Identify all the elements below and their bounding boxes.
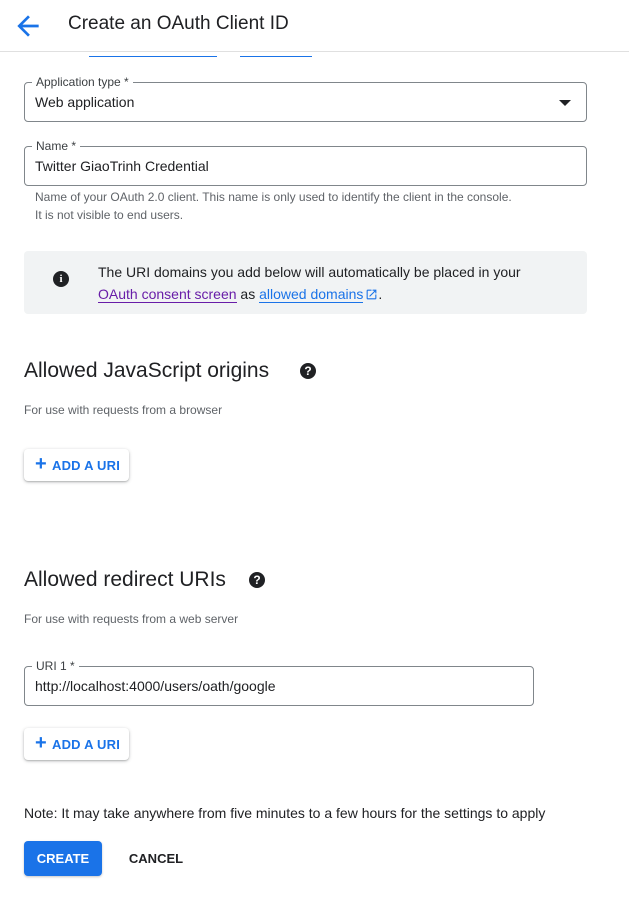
uri-1-label: URI 1 * (32, 658, 79, 674)
external-link-icon (367, 289, 377, 300)
application-type-value: Web application (35, 94, 135, 110)
name-field[interactable]: Name * Twitter GiaoTrinh Credential (24, 138, 587, 186)
help-icon[interactable]: ? (249, 572, 265, 588)
info-text: The URI domains you add below will autom… (98, 261, 568, 305)
name-label: Name * (32, 138, 81, 154)
js-origins-description: For use with requests from a browser (24, 403, 223, 417)
name-hint-line2: It is not visible to end users. (35, 208, 184, 222)
page-title: Create an OAuth Client ID (68, 13, 289, 34)
dropdown-arrow-icon (559, 100, 571, 106)
uri-1-field[interactable]: URI 1 * http://localhost:4000/users/oath… (24, 658, 534, 706)
add-redirect-uri-button[interactable]: + ADD A URI (24, 728, 129, 760)
redirect-uris-description: For use with requests from a web server (24, 612, 239, 626)
create-button[interactable]: CREATE (24, 841, 102, 876)
js-origins-title: Allowed JavaScript origins (24, 359, 270, 382)
add-redirect-uri-label: ADD A URI (52, 737, 120, 752)
plus-icon: + (35, 732, 47, 754)
redirect-uris-title: Allowed redirect URIs (24, 568, 226, 591)
plus-icon: + (35, 453, 47, 475)
info-banner: i The URI domains you add below will aut… (24, 251, 587, 314)
application-type-label: Application type * (32, 74, 133, 90)
oauth-consent-screen-link[interactable]: OAuth consent screen (98, 286, 237, 303)
name-hint-line1: Name of your OAuth 2.0 client. This name… (35, 190, 512, 204)
info-icon: i (53, 271, 69, 287)
cancel-button[interactable]: CANCEL (118, 841, 194, 876)
back-arrow-icon[interactable] (12, 10, 44, 42)
add-js-origin-button[interactable]: + ADD A URI (24, 449, 129, 481)
help-icon[interactable]: ? (300, 363, 316, 379)
add-js-origin-label: ADD A URI (52, 458, 120, 473)
info-text-as: as (236, 286, 260, 302)
application-type-select[interactable]: Application type * Web application (24, 74, 587, 122)
top-app-bar: Create an OAuth Client ID (0, 0, 629, 52)
settings-note: Note: It may take anywhere from five min… (24, 805, 546, 821)
name-hint: Name of your OAuth 2.0 client. This name… (35, 188, 575, 224)
info-text-period: . (378, 286, 383, 302)
allowed-domains-link[interactable]: allowed domains (259, 286, 364, 303)
name-value: Twitter GiaoTrinh Credential (35, 158, 209, 174)
info-text-main: The URI domains you add below will autom… (98, 264, 521, 280)
uri-1-value: http://localhost:4000/users/oath/google (35, 678, 276, 694)
